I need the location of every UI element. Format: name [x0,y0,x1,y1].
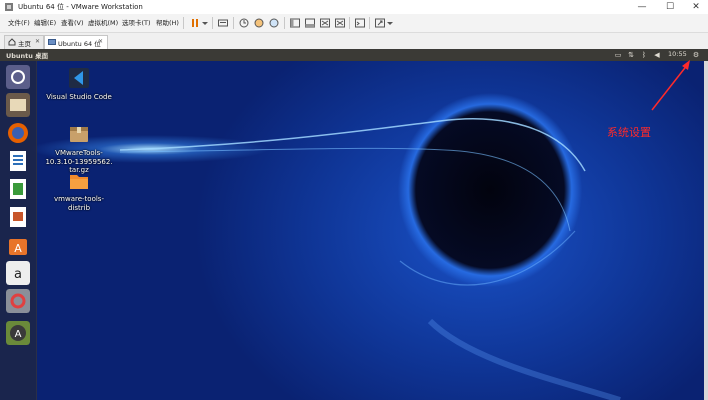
writer-icon[interactable] [6,149,30,173]
menu-view[interactable]: 查看(V) [61,17,84,27]
minimize-button[interactable]: — [628,0,656,14]
tab-ubuntu-vm[interactable]: Ubuntu 64 位 ✕ [44,35,108,49]
ubuntu-top-panel: Ubuntu 桌面 ▭ ⇅ ᛒ ◀ 10:55 ⚙ [0,49,708,61]
panel-title: Ubuntu 桌面 [6,52,49,60]
toolbar-separator [183,17,184,29]
wallpaper-swirl [119,118,621,400]
full-screen-icon[interactable] [319,17,331,29]
tab-label: Ubuntu 64 位 [58,40,101,48]
menu-help[interactable]: 帮助(H) [156,17,179,27]
system-settings-icon[interactable] [6,289,30,313]
menu-tabs[interactable]: 选项卡(T) [122,17,151,27]
toolbar-separator [349,17,350,29]
desktop-icon-vscode[interactable]: Visual Studio Code [44,67,114,102]
close-icon[interactable]: ✕ [35,38,40,45]
updater-icon[interactable]: A [6,321,30,345]
firefox-icon[interactable] [6,121,30,145]
window-title: Ubuntu 64 位 - VMware Workstation [18,3,143,11]
unity-icon[interactable] [334,17,346,29]
sidebar-icon[interactable] [289,17,301,29]
toolbar-separator [233,17,234,29]
annotation-arrow [651,60,690,111]
console-icon[interactable] [354,17,366,29]
toolbar-separator [212,17,213,29]
send-keys-icon[interactable] [217,17,229,29]
chevron-down-icon[interactable] [199,17,211,29]
dash-icon[interactable] [6,65,30,89]
svg-text:A: A [15,329,22,340]
annotation-label: 系统设置 [607,126,651,139]
close-icon[interactable]: ✕ [98,38,103,45]
svg-text:A: A [14,242,22,255]
files-icon[interactable] [6,93,30,117]
desktop-icon-label: vmware-tools- distrib [54,195,104,212]
desktop-wallpaper [0,61,704,400]
snapshot-icon[interactable] [238,17,250,29]
close-button[interactable]: ✕ [682,0,708,14]
window-titlebar: Ubuntu 64 位 - VMware Workstation — ☐ ✕ [0,0,708,14]
snapshot-manager-icon[interactable] [268,17,280,29]
menubar: 文件(F) 编辑(E) 查看(V) 虚拟机(M) 选项卡(T) 帮助(H) [0,14,708,33]
impress-icon[interactable] [6,205,30,229]
vmware-app-icon [5,3,13,11]
menu-edit[interactable]: 编辑(E) [34,17,56,27]
window-right-border [704,61,708,400]
software-center-icon[interactable]: A [6,233,30,257]
desktop-icon-label: Visual Studio Code [46,93,112,101]
calc-icon[interactable] [6,177,30,201]
ubuntu-launcher: A a A [0,61,37,400]
folder-icon [70,175,88,189]
desktop-icon-vmware-tools-archive[interactable]: VMwareTools- 10.3.10-13959562. tar.gz [44,123,114,175]
revert-snapshot-icon[interactable] [253,17,265,29]
keyboard-icon[interactable]: ▭ [614,51,622,59]
vm-icon [48,39,56,45]
desktop-icon-vmware-tools-distrib[interactable]: vmware-tools- distrib [44,171,114,212]
maximize-button[interactable]: ☐ [656,0,684,14]
network-icon[interactable]: ⇅ [627,51,635,59]
toolbar-separator [284,17,285,29]
toolbar-separator [369,17,370,29]
home-icon [8,38,16,46]
menu-file[interactable]: 文件(F) [8,17,30,27]
chevron-down-icon[interactable] [384,17,396,29]
menu-vm[interactable]: 虚拟机(M) [88,17,118,27]
thumbnail-icon[interactable] [304,17,316,29]
tab-home[interactable]: 主页 ✕ [4,35,44,49]
tab-label: 主页 [18,40,31,48]
tab-bar: 主页 ✕ Ubuntu 64 位 ✕ [0,33,708,50]
vscode-icon [69,68,89,88]
amazon-icon[interactable]: a [6,261,30,285]
svg-text:a: a [14,267,22,282]
archive-icon [70,127,88,142]
